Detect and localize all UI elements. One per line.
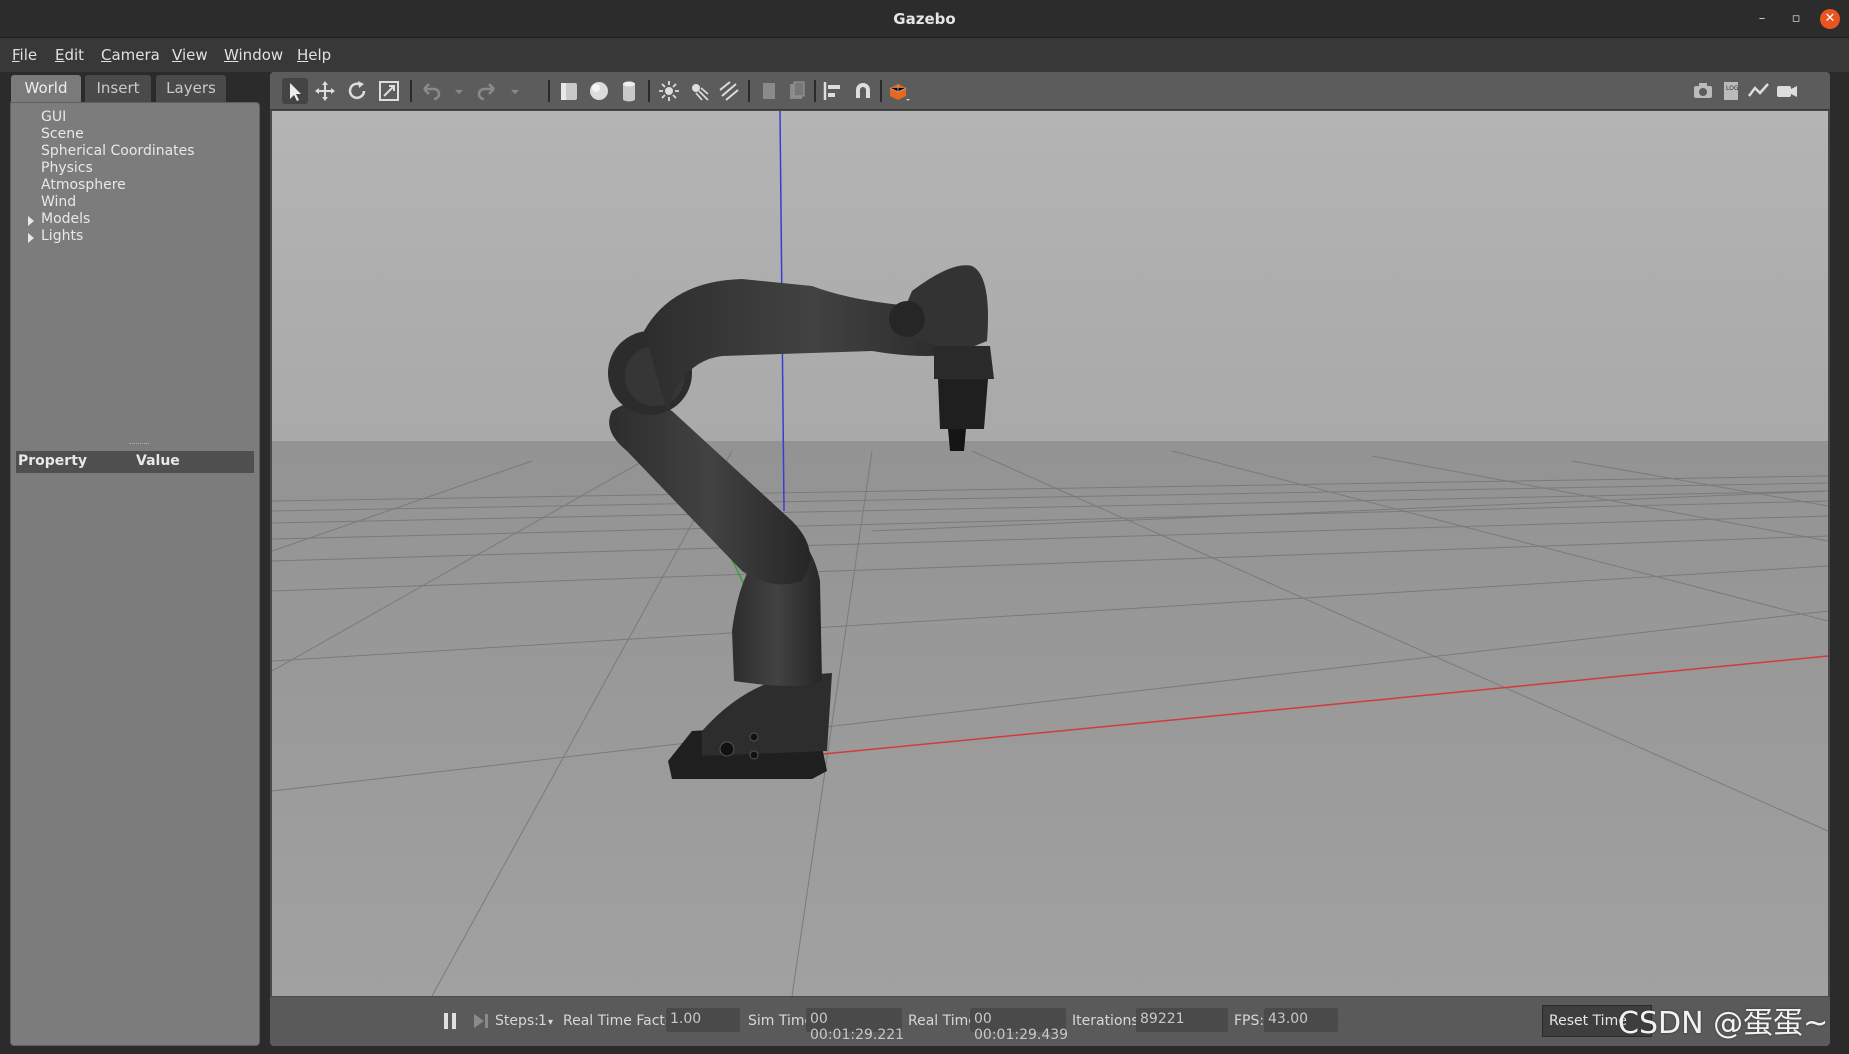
tree-item-gui[interactable]: GUI	[41, 109, 66, 125]
toolbar-separator	[548, 80, 550, 102]
value-column-header: Value	[136, 453, 180, 469]
tree-item-physics[interactable]: Physics	[41, 160, 93, 176]
real-time-field: 00 00:01:29.439	[970, 1008, 1068, 1043]
copy-icon[interactable]	[756, 78, 782, 104]
video-record-icon[interactable]	[1774, 78, 1800, 104]
toolbar: LOG	[270, 72, 1830, 110]
screenshot-icon[interactable]	[1690, 78, 1716, 104]
close-button[interactable]: ✕	[1820, 9, 1840, 29]
toolbar-separator	[814, 80, 816, 102]
menu-view[interactable]: View	[172, 46, 208, 64]
plot-icon[interactable]	[1746, 78, 1772, 104]
scale-icon[interactable]	[376, 78, 402, 104]
tab-insert[interactable]: Insert	[84, 74, 152, 102]
maximize-button[interactable]: ▫	[1786, 9, 1806, 29]
menu-file[interactable]: File	[12, 46, 37, 64]
expand-arrow-icon[interactable]	[28, 216, 34, 226]
tab-world[interactable]: World	[10, 74, 82, 102]
menu-edit[interactable]: Edit	[55, 46, 84, 64]
sim-time-field: 00 00:01:29.221	[806, 1008, 904, 1043]
cylinder-icon[interactable]	[616, 78, 642, 104]
svg-text:LOG: LOG	[1726, 85, 1739, 92]
world-tree: GUI Scene Spherical Coordinates Physics …	[10, 102, 260, 1046]
tree-item-lights[interactable]: Lights	[41, 228, 83, 244]
menu-camera[interactable]: Camera	[101, 46, 160, 64]
window-title: Gazebo	[893, 10, 956, 28]
rotate-icon[interactable]	[344, 78, 370, 104]
fps-field: 43.00	[1264, 1008, 1338, 1032]
minimize-button[interactable]: –	[1752, 9, 1772, 29]
status-bar: Steps: 1 ▾ Real Time Factor: 1.00 Sim Ti…	[270, 997, 1830, 1046]
steps-label: Steps:	[495, 1013, 539, 1029]
sky-background	[272, 111, 1828, 441]
tree-item-atmosphere[interactable]: Atmosphere	[41, 177, 126, 193]
tree-item-scene[interactable]: Scene	[41, 126, 84, 142]
rtf-field: 1.00	[666, 1008, 740, 1032]
sphere-icon[interactable]	[586, 78, 612, 104]
steps-value[interactable]: 1	[538, 1013, 547, 1029]
directional-light-icon[interactable]	[716, 78, 742, 104]
log-icon[interactable]: LOG	[1718, 78, 1744, 104]
snap-magnet-icon[interactable]	[850, 78, 876, 104]
watermark-text: CSDN @蛋蛋~	[1618, 1006, 1829, 1041]
undo-dropdown-icon[interactable]	[446, 78, 463, 104]
splitter-handle[interactable]	[129, 443, 149, 445]
left-panel: World Insert Layers GUI Scene Spherical …	[10, 72, 262, 1046]
undo-icon[interactable]	[418, 78, 444, 104]
expand-arrow-icon[interactable]	[28, 233, 34, 243]
align-icon[interactable]	[820, 78, 846, 104]
translate-icon[interactable]	[312, 78, 338, 104]
render-frame: LOG Steps: 1 ▾ Real Time Factor: 1.00 Si…	[270, 72, 1830, 1046]
paste-icon[interactable]	[784, 78, 810, 104]
step-forward-icon[interactable]	[472, 1011, 490, 1031]
title-bar: Gazebo – ▫ ✕	[0, 0, 1849, 38]
toolbar-separator	[410, 80, 412, 102]
property-table-header: Property Value	[16, 451, 254, 473]
toolbar-separator	[748, 80, 750, 102]
view-angle-icon[interactable]	[886, 78, 912, 104]
redo-icon[interactable]	[474, 78, 500, 104]
tab-layers[interactable]: Layers	[155, 74, 227, 102]
iterations-field: 89221	[1136, 1008, 1228, 1032]
menu-help[interactable]: Help	[297, 46, 331, 64]
toolbar-separator	[880, 80, 882, 102]
menu-bar: File Edit Camera View Window Help	[0, 38, 1849, 72]
tree-item-models[interactable]: Models	[41, 211, 90, 227]
iterations-label: Iterations:	[1072, 1013, 1144, 1029]
redo-dropdown-icon[interactable]	[502, 78, 519, 104]
point-light-icon[interactable]	[656, 78, 682, 104]
tree-item-wind[interactable]: Wind	[41, 194, 76, 210]
scene-viewport[interactable]	[272, 111, 1828, 996]
tree-item-spherical-coordinates[interactable]: Spherical Coordinates	[41, 143, 195, 159]
menu-window[interactable]: Window	[224, 46, 283, 64]
toolbar-separator	[648, 80, 650, 102]
property-column-header: Property	[18, 453, 88, 469]
box-icon[interactable]	[556, 78, 582, 104]
pause-icon[interactable]	[442, 1011, 458, 1031]
steps-dropdown-icon[interactable]: ▾	[548, 1017, 553, 1028]
spot-light-icon[interactable]	[686, 78, 712, 104]
select-arrow-icon[interactable]	[282, 78, 308, 104]
ground-plane	[272, 441, 1828, 996]
fps-label: FPS:	[1234, 1013, 1265, 1029]
